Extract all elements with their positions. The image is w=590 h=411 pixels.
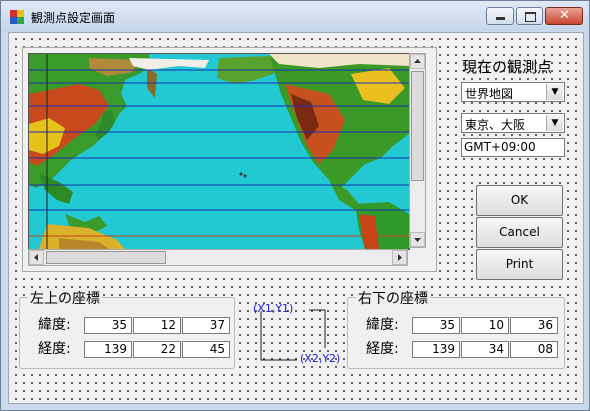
scroll-up-button[interactable] xyxy=(410,54,425,69)
bottom-right-lat-label: 緯度: xyxy=(366,317,399,333)
world-map-image xyxy=(29,54,409,249)
cancel-button[interactable]: Cancel xyxy=(476,217,563,248)
dialog-window: 観測点設定画面 ✕ 現在の観測点 世界地図 ▼ 東京、大阪 ▼ GMT+09:0… xyxy=(0,0,590,411)
scroll-left-button[interactable] xyxy=(29,250,44,265)
map-panel xyxy=(22,47,437,272)
bottom-right-coords-title: 右下の座標 xyxy=(356,288,430,308)
top-left-lon-min[interactable]: 22 xyxy=(133,341,181,358)
top-left-lon-label: 経度: xyxy=(38,341,71,357)
top-left-coords-title: 左上の座標 xyxy=(28,288,102,308)
map-vertical-scrollbar[interactable] xyxy=(409,53,426,248)
minimize-button[interactable] xyxy=(486,7,514,25)
bottom-right-lat-sec[interactable]: 36 xyxy=(510,317,558,334)
print-button[interactable]: Print xyxy=(476,249,563,280)
bottom-right-lon-deg[interactable]: 139 xyxy=(412,341,460,358)
chevron-down-icon[interactable]: ▼ xyxy=(546,84,563,100)
title-bar[interactable]: 観測点設定画面 ✕ xyxy=(1,1,589,31)
dialog-client-area: 現在の観測点 世界地図 ▼ 東京、大阪 ▼ GMT+09:00 OK Cance… xyxy=(8,32,584,404)
map-select[interactable]: 世界地図 ▼ xyxy=(461,82,565,102)
arrow-left-icon xyxy=(34,254,38,261)
location-select-value: 東京、大阪 xyxy=(465,118,526,132)
timezone-field[interactable]: GMT+09:00 xyxy=(461,138,565,157)
app-icon xyxy=(10,10,24,24)
bottom-right-lon-label: 経度: xyxy=(366,341,399,357)
arrow-down-icon xyxy=(414,238,421,242)
arrow-up-icon xyxy=(414,59,421,63)
top-left-coords-group: 左上の座標 緯度: 35 12 37 経度: 139 22 45 xyxy=(19,288,235,369)
maximize-button[interactable] xyxy=(516,7,543,25)
top-left-lon-deg[interactable]: 139 xyxy=(84,341,132,358)
map-horizontal-scrollbar[interactable] xyxy=(28,249,408,266)
horizontal-scroll-thumb[interactable] xyxy=(46,251,166,264)
top-left-lon-sec[interactable]: 45 xyxy=(182,341,230,358)
maximize-icon xyxy=(525,12,536,22)
minimize-icon xyxy=(496,17,505,20)
diagram-label-x1y1: (X1,Y1) xyxy=(253,302,294,315)
top-left-lat-label: 緯度: xyxy=(38,317,71,333)
chevron-down-icon[interactable]: ▼ xyxy=(546,115,563,131)
bottom-right-coords-group: 右下の座標 緯度: 35 10 36 経度: 139 34 08 xyxy=(347,288,565,369)
vertical-scroll-thumb[interactable] xyxy=(411,71,424,181)
location-select[interactable]: 東京、大阪 ▼ xyxy=(461,113,565,133)
map-select-value: 世界地図 xyxy=(465,87,514,101)
bottom-right-lat-deg[interactable]: 35 xyxy=(412,317,460,334)
arrow-right-icon xyxy=(398,254,402,261)
bottom-right-lat-min[interactable]: 10 xyxy=(461,317,509,334)
top-left-lat-min[interactable]: 12 xyxy=(133,317,181,334)
close-button[interactable]: ✕ xyxy=(545,7,583,25)
window-title: 観測点設定画面 xyxy=(31,11,116,25)
ok-button[interactable]: OK xyxy=(476,185,563,216)
current-location-heading: 現在の観測点 xyxy=(462,58,553,76)
scroll-right-button[interactable] xyxy=(392,250,407,265)
scroll-down-button[interactable] xyxy=(410,232,425,247)
top-left-lat-sec[interactable]: 37 xyxy=(182,317,230,334)
top-left-lat-deg[interactable]: 35 xyxy=(84,317,132,334)
world-map-view[interactable] xyxy=(28,53,410,250)
close-icon: ✕ xyxy=(559,8,570,23)
bottom-right-lon-sec[interactable]: 08 xyxy=(510,341,558,358)
diagram-label-x2y2: (X2,Y2) xyxy=(300,352,341,365)
bottom-right-lon-min[interactable]: 34 xyxy=(461,341,509,358)
